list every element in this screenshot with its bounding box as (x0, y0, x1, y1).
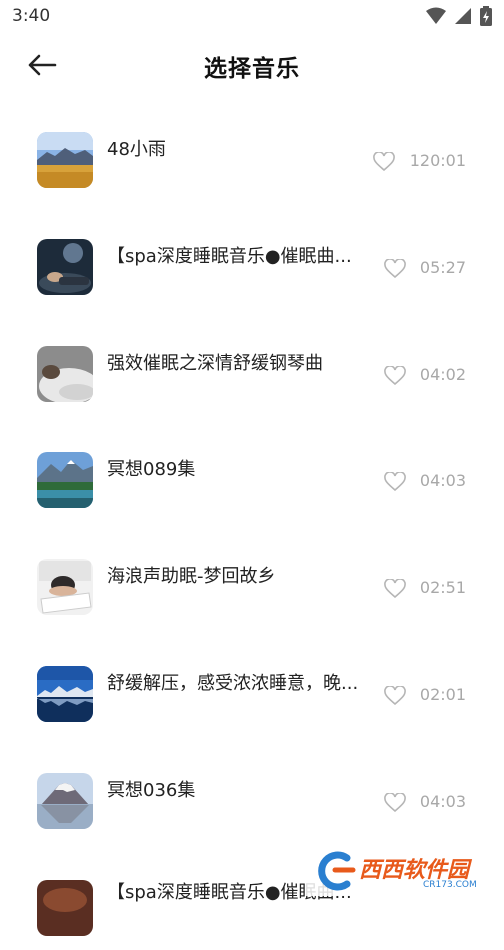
track-duration: 05:27 (419, 257, 466, 277)
track-thumbnail (37, 238, 93, 295)
track-thumbnail (37, 772, 93, 829)
track-duration: 04:03 (419, 791, 466, 811)
track-title: 舒缓解压，感受浓浓睡意，晚... (107, 672, 359, 694)
track-thumbnail (37, 452, 93, 509)
heart-icon[interactable] (384, 579, 406, 599)
track-row[interactable]: 【spa深度睡眠音乐●催眠曲... 05:27 (0, 203, 504, 310)
track-row[interactable]: 冥想089集 04:03 (0, 416, 504, 523)
heart-icon[interactable] (373, 152, 395, 172)
track-list: 48小雨 120:01 【spa深度睡眠音乐●催眠曲... 05:27 强效催眠… (0, 96, 504, 950)
track-thumbnail (37, 559, 93, 616)
track-row[interactable]: 海浪声助眠-梦回故乡 02:51 (0, 523, 504, 630)
status-time: 3:40 (12, 6, 51, 26)
header: 选择音乐 (0, 34, 504, 96)
track-duration: 04:02 (419, 364, 466, 384)
track-title: 【spa深度睡眠音乐●催眠曲... (107, 245, 352, 267)
track-thumbnail (37, 345, 93, 402)
status-icons (426, 6, 492, 26)
signal-icon (455, 8, 471, 24)
track-row[interactable]: 舒缓解压，感受浓浓睡意，晚... 02:01 (0, 630, 504, 737)
track-title: 强效催眠之深情舒缓钢琴曲 (107, 352, 323, 374)
track-duration: 02:01 (419, 684, 466, 704)
page-title: 选择音乐 (204, 56, 300, 82)
track-row[interactable]: 48小雨 120:01 (0, 96, 504, 203)
track-row[interactable]: 冥想036集 04:03 (0, 737, 504, 844)
watermark-url: CR173.COM (423, 880, 477, 890)
battery-icon (480, 6, 492, 26)
heart-icon[interactable] (384, 258, 406, 279)
heart-icon[interactable] (384, 792, 406, 813)
wifi-icon (426, 7, 446, 24)
heart-icon[interactable] (384, 685, 406, 706)
track-title: 冥想089集 (107, 459, 196, 481)
track-duration: 120:01 (409, 151, 466, 170)
watermark: 西西软件园 CR173.COM (305, 846, 504, 896)
heart-icon[interactable] (384, 472, 406, 492)
heart-icon[interactable] (384, 365, 406, 386)
status-bar: 3:40 (0, 0, 504, 34)
track-title: 海浪声助眠-梦回故乡 (107, 566, 276, 588)
track-title: 冥想036集 (107, 779, 196, 801)
watermark-logo-icon (318, 851, 356, 891)
track-thumbnail (37, 132, 93, 188)
track-row[interactable]: 强效催眠之深情舒缓钢琴曲 04:02 (0, 310, 504, 417)
track-duration: 04:03 (419, 471, 466, 491)
track-thumbnail (37, 879, 93, 936)
track-duration: 02:51 (419, 578, 466, 598)
track-title: 48小雨 (107, 139, 166, 160)
track-thumbnail (37, 665, 93, 722)
